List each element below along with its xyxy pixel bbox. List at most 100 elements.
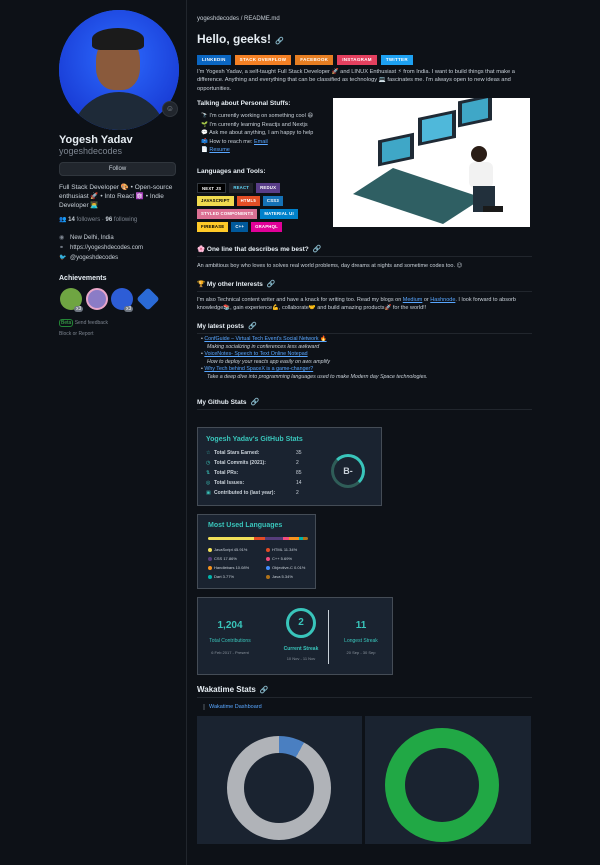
list-item: • Why Tech behind SpaceX is a game-chang…: [201, 366, 314, 373]
followers-count[interactable]: 14: [68, 217, 75, 223]
email-link[interactable]: Email: [254, 139, 268, 145]
dot-icon: [266, 574, 270, 579]
language-item: Dart 3.77%: [208, 574, 234, 579]
follow-button[interactable]: Follow: [59, 162, 176, 176]
avatar[interactable]: [59, 10, 179, 130]
personal-list: 🔭 I'm currently working on something coo…: [201, 112, 313, 155]
achievement-multiplier: x3: [74, 306, 84, 312]
html5-badge[interactable]: HTML5: [236, 196, 260, 206]
language-item: C++ 5.69%: [266, 556, 292, 561]
language-item: Java 5.34%: [266, 574, 293, 579]
post-link[interactable]: VoiceNotes- Speech to Text Online Notepa…: [204, 351, 307, 357]
donut-hole: [244, 753, 314, 823]
streak-card: 1,204 Total Contributions 6 Feb 2017 - P…: [197, 597, 393, 675]
post-desc: Take a deep dive into programming langua…: [207, 373, 428, 380]
social-badges: LINKEDIN STACK OVERFLOW FACEBOOK INSTAGR…: [197, 55, 413, 65]
twitter-badge[interactable]: TWITTER: [380, 55, 413, 65]
stat-row: ⇅ Total PRs: 85: [206, 470, 302, 476]
achievement-multiplier: x3: [124, 306, 134, 312]
language-item: HTML 11.34%: [266, 547, 297, 552]
total-contributions-value: 1,204: [217, 620, 243, 631]
stat-row: ◷ Total Commits (2021): 2: [206, 460, 299, 466]
send-feedback-link[interactable]: Send feedback: [75, 320, 108, 326]
longest-streak-label: Longest Streak: [344, 638, 378, 644]
language-item: Objective-C 0.01%: [266, 565, 305, 570]
medium-link[interactable]: Medium: [403, 297, 423, 303]
tech-row: FIREBASE C++ GRAPHQL: [197, 222, 282, 232]
github-stats-card: Yogesh Yadav's GitHub Stats ☆ Total Stars…: [197, 427, 382, 506]
following-count[interactable]: 96: [106, 217, 113, 223]
list-item: 🌱 I'm currently learning Reactjs and Nex…: [201, 121, 308, 128]
linkedin-badge[interactable]: LINKEDIN: [197, 55, 231, 65]
resume-link[interactable]: Resume: [209, 147, 229, 153]
languages-card-title: Most Used Languages: [208, 522, 283, 529]
wakatime-chart-left: [197, 716, 362, 844]
followers-label[interactable]: followers: [77, 217, 101, 223]
facebook-badge[interactable]: FACEBOOK: [295, 55, 334, 65]
anchor-link-icon[interactable]: 🔗: [267, 281, 276, 288]
graphql-badge[interactable]: GRAPHQL: [251, 222, 282, 232]
pr-icon: ⇅: [206, 470, 211, 476]
oneline-text: An ambitious boy who loves to solves rea…: [197, 263, 463, 269]
repo-icon: ▣: [206, 490, 211, 496]
redux-badge[interactable]: REDUX: [256, 183, 281, 193]
cpp-badge[interactable]: C++: [231, 222, 249, 232]
current-streak-range: 10 Nov - 11 Nov: [286, 656, 316, 661]
divider: [197, 333, 532, 334]
posts-list: • ConfGuide – Virtual Tech Event's Socia…: [201, 336, 428, 382]
clock-icon: ◷: [206, 460, 211, 466]
language-bar-segment: [302, 537, 308, 540]
anchor-link-icon[interactable]: 🔗: [248, 323, 257, 330]
profile-sidebar: ☺ Yogesh Yadav yogeshdecodes Follow Full…: [0, 0, 185, 865]
profile-page: ☺ Yogesh Yadav yogeshdecodes Follow Full…: [0, 0, 600, 865]
people-icon: 👥: [59, 217, 67, 223]
block-report-link[interactable]: Block or Report: [59, 331, 93, 337]
developer-illustration: [333, 98, 530, 227]
stat-row: ▣ Contributed to (last year): 2: [206, 490, 299, 496]
posts-title: My latest posts 🔗: [197, 323, 257, 330]
material-ui-badge[interactable]: MATERIAL UI: [260, 209, 298, 219]
wakatime-chart-right: [365, 716, 531, 844]
languages-title: Languages and Tools:: [197, 168, 266, 175]
total-contributions-label: Total Contributions: [209, 638, 251, 644]
react-badge[interactable]: REACT: [229, 183, 254, 193]
star-icon: ☆: [206, 450, 211, 456]
set-status-icon[interactable]: ☺: [162, 101, 178, 117]
following-label[interactable]: following: [114, 217, 137, 223]
language-item: CSS 17.86%: [208, 556, 237, 561]
css3-badge[interactable]: CSS3: [262, 196, 283, 206]
language-bar-segment: [253, 537, 266, 540]
list-item: • ConfGuide – Virtual Tech Event's Socia…: [201, 336, 327, 342]
oneline-title: 🌸 One line that describes me best? 🔗: [197, 246, 322, 253]
hashnode-link[interactable]: Hashnode: [430, 297, 455, 303]
anchor-link-icon[interactable]: 🔗: [313, 246, 322, 253]
anchor-link-icon[interactable]: 🔗: [250, 399, 259, 406]
achievement-arctic-icon[interactable]: [136, 287, 160, 311]
anchor-link-icon[interactable]: 🔗: [275, 38, 284, 45]
tech-row: STYLED COMPONENTS MATERIAL UI: [197, 209, 298, 219]
profile-handle: yogeshdecodes: [59, 146, 123, 156]
readme-path[interactable]: yogeshdecodes / README.md: [197, 16, 280, 22]
javascript-badge[interactable]: JAVASCRIPT: [197, 196, 234, 206]
stat-row: ☆ Total Stars Earned: 35: [206, 450, 302, 456]
tech-row: JAVASCRIPT HTML5 CSS3: [197, 196, 283, 206]
post-link[interactable]: Why Tech behind SpaceX is a game-changer…: [204, 366, 313, 372]
firebase-badge[interactable]: FIREBASE: [197, 222, 229, 232]
wakatime-dashboard-link[interactable]: Wakatime Dashboard: [203, 704, 262, 710]
website-link[interactable]: https://yogeshdecodes.com: [70, 245, 143, 251]
post-link[interactable]: ConfGuide – Virtual Tech Event's Social …: [204, 336, 326, 342]
achievement-yolo-icon[interactable]: [86, 288, 108, 310]
stat-row: ◎ Total Issues: 14: [206, 480, 302, 486]
nextjs-badge[interactable]: NEXT JS: [197, 183, 227, 193]
styled-components-badge[interactable]: STYLED COMPONENTS: [197, 209, 258, 219]
divider: [197, 697, 532, 698]
dot-icon: [208, 574, 212, 579]
twitter-link[interactable]: @yogeshdecodes: [70, 255, 118, 261]
stackoverflow-badge[interactable]: STACK OVERFLOW: [234, 55, 292, 65]
instagram-badge[interactable]: INSTAGRAM: [337, 55, 377, 65]
readme-panel: yogeshdecodes / README.md Hello, geeks! 🔗…: [186, 0, 600, 865]
current-streak-ring: 2: [286, 608, 316, 638]
anchor-link-icon[interactable]: 🔗: [260, 687, 269, 694]
dot-icon: [266, 565, 270, 570]
link-icon: ⚭: [59, 245, 65, 251]
